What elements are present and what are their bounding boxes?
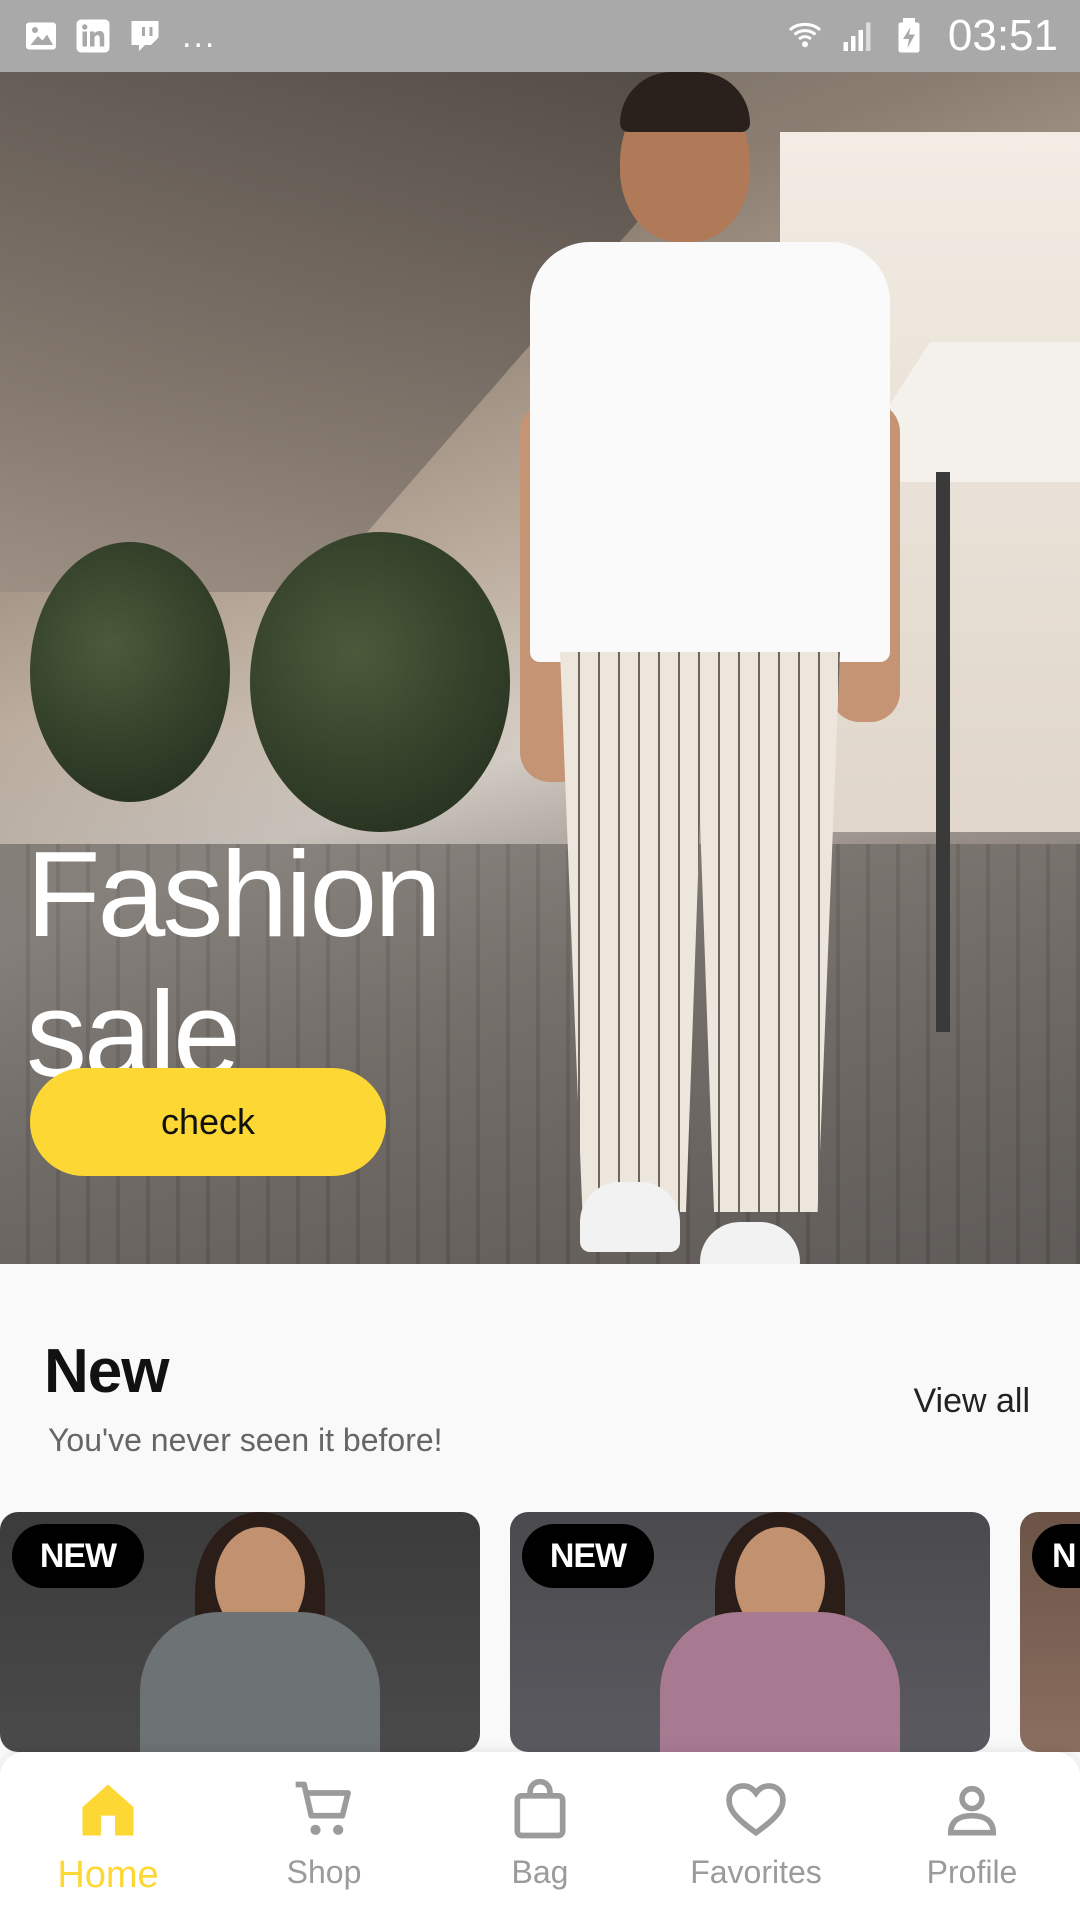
image-icon: [22, 17, 60, 55]
product-image: [140, 1512, 380, 1752]
section-subtitle: You've never seen it before!: [48, 1422, 443, 1458]
app-screen: ... 03:51 Fashion sale check New You've …: [0, 0, 1080, 1920]
nav-label: Profile: [926, 1854, 1018, 1890]
section-title-new: New: [44, 1337, 169, 1406]
status-bar-more: ...: [182, 16, 217, 55]
nav-label: Bag: [511, 1854, 569, 1890]
model-pants: [560, 652, 840, 1212]
nav-item-favorites[interactable]: Favorites: [648, 1752, 864, 1920]
nav-label: Home: [57, 1854, 159, 1896]
battery-charging-icon: [890, 17, 928, 55]
product-card[interactable]: NEW: [0, 1512, 480, 1752]
person-icon: [936, 1774, 1008, 1846]
hero-photo-tree: [250, 532, 510, 832]
nav-item-shop[interactable]: Shop: [216, 1752, 432, 1920]
model-shoe: [700, 1222, 800, 1264]
bag-icon: [504, 1774, 576, 1846]
bottom-nav: Home Shop Bag Favorites Profile: [0, 1752, 1080, 1920]
model-shirt: [530, 242, 890, 662]
model-dress: [140, 1612, 380, 1752]
hero-title: Fashion sale: [26, 824, 586, 1104]
nav-item-home[interactable]: Home: [0, 1752, 216, 1920]
hero-photo-tree: [30, 542, 230, 802]
new-badge: N: [1032, 1524, 1080, 1588]
status-bar-time: 03:51: [947, 11, 1058, 60]
view-all-link[interactable]: View all: [913, 1382, 1030, 1421]
model-shoe: [580, 1182, 680, 1252]
nav-item-bag[interactable]: Bag: [432, 1752, 648, 1920]
check-button[interactable]: check: [30, 1068, 386, 1176]
nav-label: Favorites: [690, 1854, 822, 1890]
status-bar-system: 03:51: [786, 11, 1058, 61]
cart-icon: [288, 1774, 360, 1846]
hero-photo-umbrella-pole: [936, 472, 950, 1032]
product-card[interactable]: N: [1020, 1512, 1080, 1752]
heart-icon: [720, 1774, 792, 1846]
signal-icon: [838, 17, 876, 55]
wifi-icon: [786, 17, 824, 55]
status-bar-notifications: ...: [22, 17, 216, 56]
model-dress: [660, 1612, 900, 1752]
product-card[interactable]: NEW: [510, 1512, 990, 1752]
model-hair: [620, 72, 750, 132]
status-bar: ... 03:51: [0, 0, 1080, 72]
product-image: [660, 1512, 900, 1752]
nav-item-profile[interactable]: Profile: [864, 1752, 1080, 1920]
hero-title-line1: Fashion: [26, 826, 442, 962]
new-products-carousel[interactable]: NEW NEW N: [0, 1512, 1080, 1752]
new-badge: NEW: [522, 1524, 654, 1588]
new-badge: NEW: [12, 1524, 144, 1588]
home-icon: [72, 1774, 144, 1846]
twitch-icon: [126, 17, 164, 55]
linkedin-icon: [74, 17, 112, 55]
nav-label: Shop: [286, 1854, 362, 1890]
